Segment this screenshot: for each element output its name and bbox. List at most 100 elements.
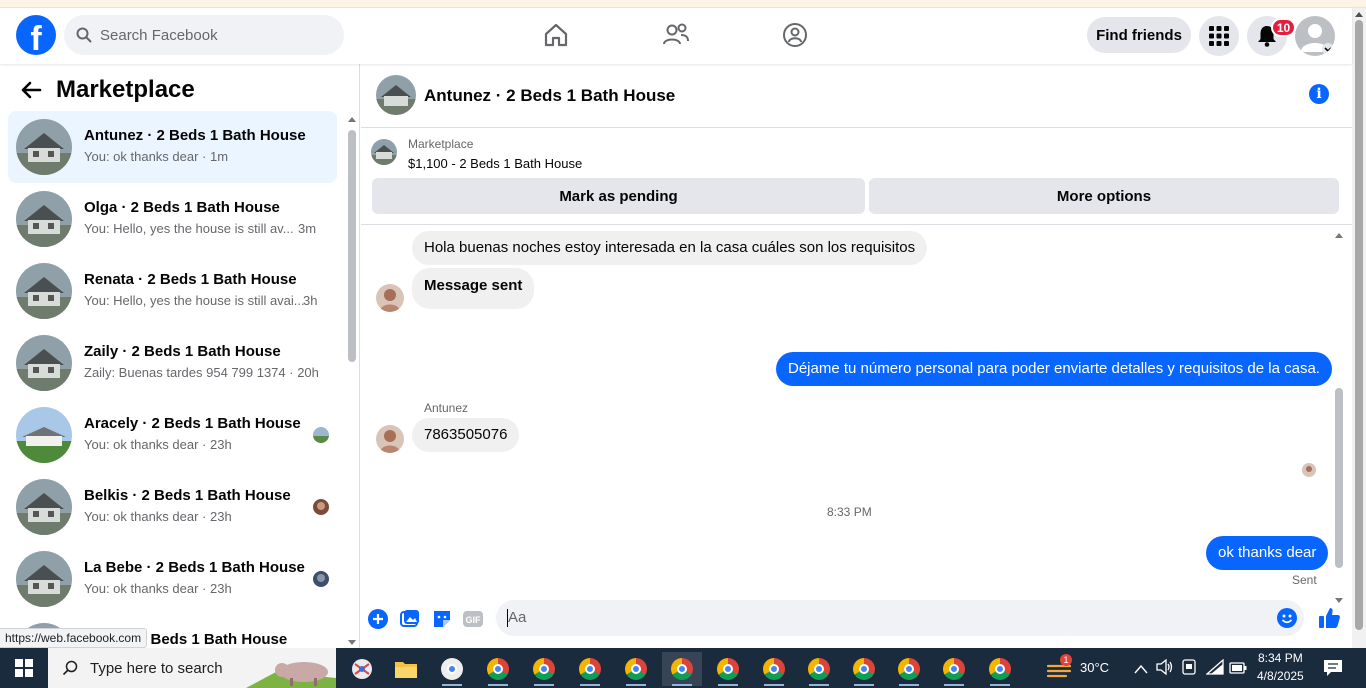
search-facebook-input[interactable]: Search Facebook xyxy=(64,15,344,55)
taskbar-app-chrome-active[interactable] xyxy=(662,652,702,686)
scrollbar-thumb[interactable] xyxy=(1335,388,1343,568)
conversation-item[interactable]: Zaily · 2 Beds 1 Bath House Zaily: Buena… xyxy=(8,327,337,399)
weather-alert-badge: 1 xyxy=(1060,654,1072,666)
sticker-icon[interactable] xyxy=(431,608,453,630)
taskbar-app-chrome[interactable] xyxy=(754,652,794,686)
search-icon xyxy=(62,660,78,676)
taskbar-search-box[interactable]: Type here to search xyxy=(48,648,336,688)
chrome-icon xyxy=(533,658,555,680)
taskbar-app-chrome[interactable] xyxy=(889,652,929,686)
seen-avatar xyxy=(313,499,329,515)
conversation-item[interactable]: Renata · 2 Beds 1 Bath House You: Hello,… xyxy=(8,255,337,327)
listing-thumbnail[interactable] xyxy=(371,139,397,165)
tray-chevron-up-icon[interactable] xyxy=(1134,661,1148,679)
speaker-icon[interactable] xyxy=(1156,658,1174,680)
snipping-tool-icon xyxy=(352,659,372,679)
sent-status: Sent xyxy=(1292,573,1317,587)
weather-temperature[interactable]: 30°C xyxy=(1080,660,1109,675)
conversation-preview: You: ok thanks dear · 23h xyxy=(84,581,232,596)
chrome-icon xyxy=(943,658,965,680)
message-bubble-incoming[interactable]: Message sent xyxy=(412,268,535,309)
chat-header: Antunez · 2 Beds 1 Bath House i xyxy=(361,64,1352,128)
chrome-icon xyxy=(808,658,830,680)
taskbar-app-chrome[interactable] xyxy=(844,652,884,686)
chrome-icon xyxy=(763,658,785,680)
plus-circle-icon[interactable] xyxy=(367,608,389,630)
taskbar-app-chrome[interactable] xyxy=(934,652,974,686)
chat-title[interactable]: Antunez · 2 Beds 1 Bath House xyxy=(424,86,675,106)
conversation-name: Renata · 2 Beds 1 Bath House xyxy=(84,271,297,288)
info-icon[interactable]: i xyxy=(1309,84,1329,104)
gif-icon[interactable]: GIF xyxy=(462,608,484,630)
clock-time[interactable]: 8:34 PM xyxy=(1258,651,1303,665)
account-avatar[interactable] xyxy=(1295,16,1335,56)
grid-menu-icon xyxy=(1209,26,1229,46)
taskbar-app-snipping[interactable] xyxy=(342,652,382,686)
listing-price-title[interactable]: $1,100 - 2 Beds 1 Bath House xyxy=(408,156,582,171)
notification-center-icon[interactable] xyxy=(1323,659,1343,682)
message-bubble-outgoing[interactable]: Déjame tu número personal para poder env… xyxy=(776,352,1332,386)
taskbar-app-chrome[interactable] xyxy=(799,652,839,686)
marketplace-header: Marketplace xyxy=(0,64,359,116)
chat-scrollbar[interactable] xyxy=(1334,232,1344,603)
taskbar-app-chrome[interactable] xyxy=(478,652,518,686)
clock-date[interactable]: 4/8/2025 xyxy=(1257,669,1304,683)
chat-house-thumbnail[interactable] xyxy=(376,75,416,115)
page-scrollbar[interactable] xyxy=(1352,8,1366,656)
page-scrollbar-thumb[interactable] xyxy=(1355,20,1363,630)
message-composer: GIF Aa xyxy=(361,596,1352,656)
chrome-icon xyxy=(989,658,1011,680)
taskbar-app-chrome[interactable] xyxy=(616,652,656,686)
taskbar-app-file-explorer[interactable] xyxy=(386,652,426,686)
conversation-name: Belkis · 2 Beds 1 Bath House xyxy=(84,487,291,504)
conversation-item[interactable]: Aracely · 2 Beds 1 Bath House You: ok th… xyxy=(8,399,337,471)
taskbar-app-chrome[interactable] xyxy=(524,652,564,686)
message-input-placeholder: Aa xyxy=(508,609,527,626)
conversation-item[interactable]: Belkis · 2 Beds 1 Bath House You: ok tha… xyxy=(8,471,337,543)
facebook-logo[interactable]: f xyxy=(16,15,56,55)
conversation-list-scrollbar[interactable] xyxy=(347,116,357,646)
conversation-item[interactable]: Antunez · 2 Beds 1 Bath House You: ok th… xyxy=(8,111,337,183)
conversation-item[interactable]: Olga · 2 Beds 1 Bath House You: Hello, y… xyxy=(8,183,337,255)
windows-logo-icon xyxy=(15,659,33,677)
conversation-name: Zaily · 2 Beds 1 Bath House xyxy=(84,343,281,360)
top-navigation-bar: f Search Facebook Find friends 10 xyxy=(0,8,1352,64)
emoji-icon[interactable] xyxy=(1277,608,1297,633)
scrollbar-thumb[interactable] xyxy=(348,130,356,362)
photo-icon[interactable] xyxy=(399,608,421,630)
home-icon[interactable] xyxy=(541,20,571,50)
message-bubble-incoming[interactable]: Hola buenas noches estoy interesada en l… xyxy=(412,231,928,265)
taskbar-app-chrome[interactable] xyxy=(708,652,748,686)
conversation-time: 3m xyxy=(298,221,317,236)
contact-avatar[interactable] xyxy=(376,284,404,312)
chat-panel: Antunez · 2 Beds 1 Bath House i Marketpl… xyxy=(361,64,1352,656)
message-bubble-outgoing[interactable]: ok thanks dear xyxy=(1206,536,1329,570)
friends-icon[interactable] xyxy=(661,20,691,50)
marketplace-label: Marketplace xyxy=(408,137,474,151)
battery-icon[interactable] xyxy=(1229,661,1247,679)
message-input[interactable]: Aa xyxy=(496,600,1304,636)
back-arrow-icon[interactable] xyxy=(20,79,42,106)
contact-avatar[interactable] xyxy=(376,425,404,453)
taskbar-app-chrome-profile[interactable] xyxy=(432,652,472,686)
menu-grid-button[interactable] xyxy=(1199,16,1239,56)
browser-top-strip xyxy=(0,0,1366,8)
more-options-button[interactable]: More options xyxy=(869,178,1339,214)
wifi-icon[interactable] xyxy=(1205,658,1224,680)
groups-icon[interactable] xyxy=(780,20,810,50)
mark-as-pending-button[interactable]: Mark as pending xyxy=(372,178,865,214)
windows-start-button[interactable] xyxy=(0,648,48,688)
taskbar-app-chrome[interactable] xyxy=(570,652,610,686)
message-bubble-incoming[interactable]: 7863505076 xyxy=(412,418,520,452)
conversation-preview: You: Hello, yes the house is still avai.… xyxy=(84,293,305,308)
find-friends-button[interactable]: Find friends xyxy=(1087,17,1191,53)
conversation-item[interactable]: La Bebe · 2 Beds 1 Bath House You: ok th… xyxy=(8,543,337,615)
taskbar-app-chrome[interactable] xyxy=(980,652,1020,686)
chrome-icon xyxy=(671,658,693,680)
marketplace-conversation-list: Marketplace Antunez · 2 Beds 1 Bath Hous… xyxy=(0,64,360,656)
marketplace-title: Marketplace xyxy=(56,76,195,103)
device-icon[interactable] xyxy=(1182,659,1196,680)
folder-icon xyxy=(395,662,417,678)
thumbs-up-icon[interactable] xyxy=(1317,606,1341,630)
conversation-name: Olga · 2 Beds 1 Bath House xyxy=(84,199,280,216)
